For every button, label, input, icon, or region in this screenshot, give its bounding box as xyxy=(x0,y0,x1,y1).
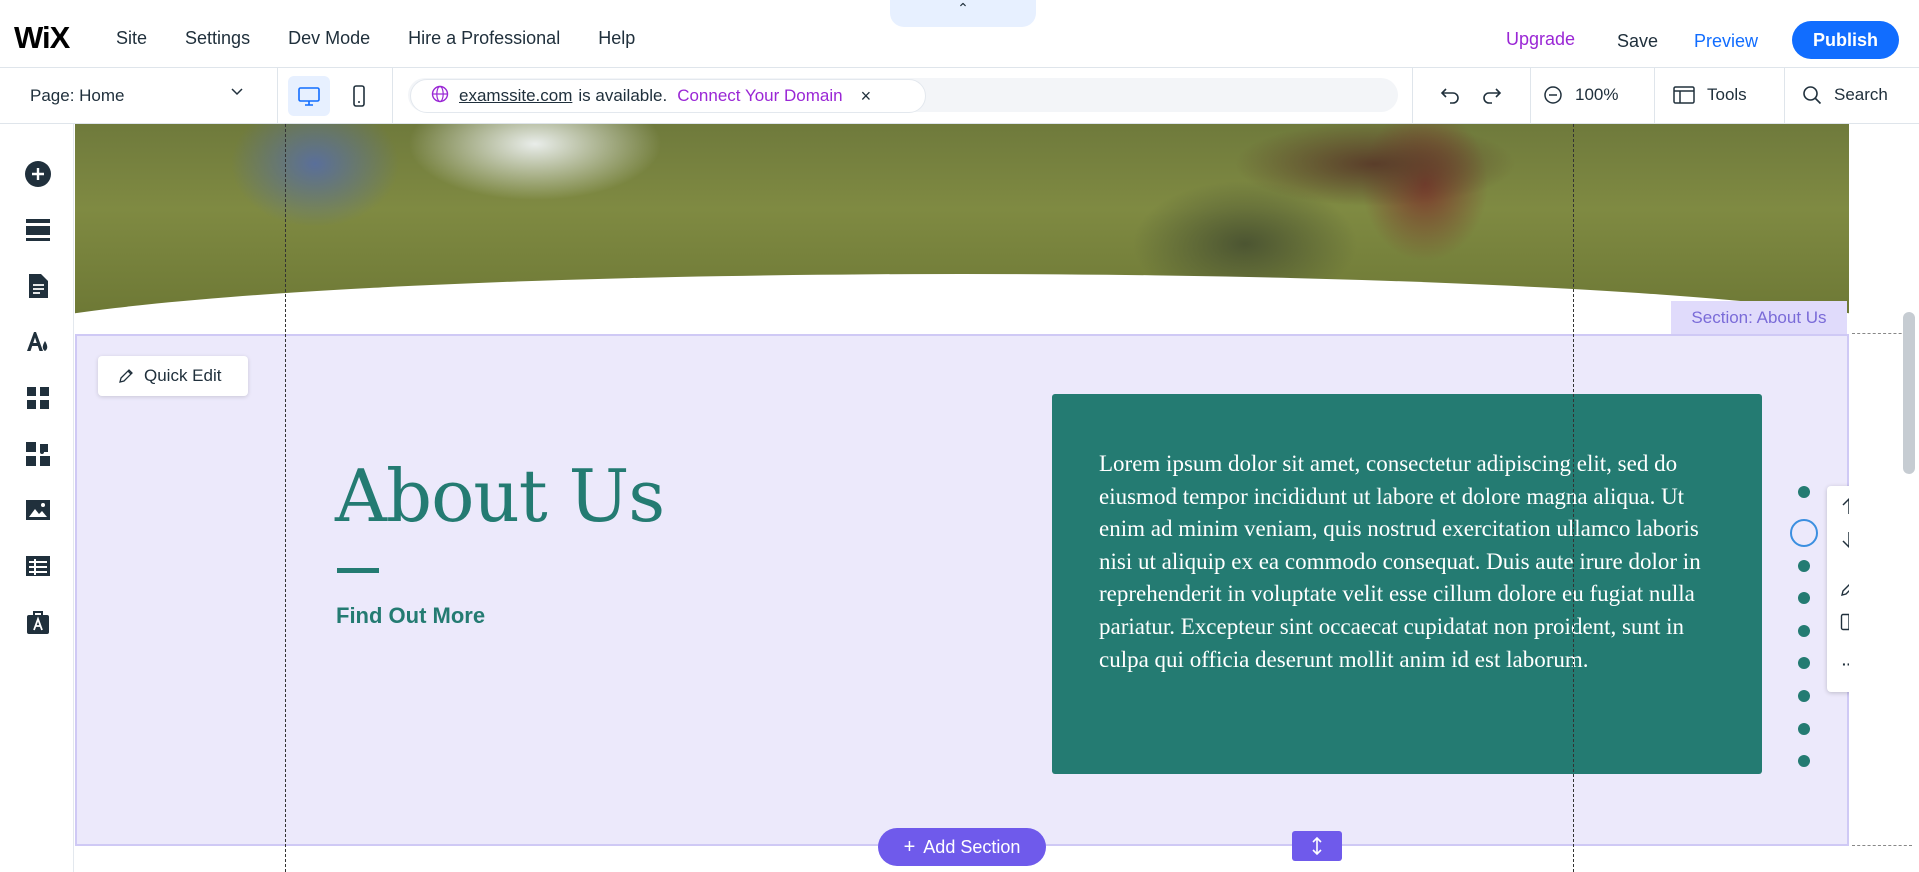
quick-edit-label: Quick Edit xyxy=(144,366,222,385)
upgrade-link[interactable]: Upgrade xyxy=(1506,29,1575,50)
preview-button[interactable]: Preview xyxy=(1694,31,1758,52)
globe-icon xyxy=(431,85,449,108)
anchor-dot[interactable] xyxy=(1798,657,1810,670)
stretch-section-button[interactable] xyxy=(1292,831,1342,861)
zoom-out-icon xyxy=(1544,86,1562,104)
edit-pencil-icon[interactable] xyxy=(1837,576,1849,600)
anchor-dot-current[interactable] xyxy=(1790,518,1818,547)
editor-toolbar: Page: Home examssite.com is available. C… xyxy=(0,68,1919,124)
add-section-button[interactable]: + Add Section xyxy=(878,828,1046,866)
nav-settings[interactable]: Settings xyxy=(185,28,250,49)
media-icon[interactable] xyxy=(24,496,52,524)
undo-icon[interactable] xyxy=(1438,82,1462,111)
close-icon[interactable]: × xyxy=(861,86,872,107)
more-actions-icon[interactable]: ··· xyxy=(1837,652,1849,676)
tools-button[interactable]: Tools xyxy=(1673,85,1747,105)
mobile-icon xyxy=(353,85,365,107)
top-nav: Site Settings Dev Mode Hire a Profession… xyxy=(116,28,635,49)
connect-domain-link[interactable]: Connect Your Domain xyxy=(677,86,842,106)
nav-site[interactable]: Site xyxy=(116,28,147,49)
section-anchor-dots xyxy=(1790,486,1818,788)
left-sidebar xyxy=(0,124,74,872)
tools-icon xyxy=(1673,86,1695,104)
pages-icon[interactable] xyxy=(24,272,52,300)
zoom-control[interactable]: 100% xyxy=(1543,85,1618,105)
move-down-icon[interactable] xyxy=(1837,528,1849,552)
add-section-label: Add Section xyxy=(923,836,1021,857)
divider xyxy=(1784,68,1785,124)
nav-hire-professional[interactable]: Hire a Professional xyxy=(408,28,560,49)
anchor-dot[interactable] xyxy=(1798,689,1810,702)
anchor-dot[interactable] xyxy=(1798,755,1810,768)
domain-notice: examssite.com is available. Connect Your… xyxy=(410,79,926,113)
left-gridline xyxy=(285,124,286,872)
domain-name[interactable]: examssite.com xyxy=(459,86,572,106)
apps-icon[interactable] xyxy=(24,384,52,412)
domain-available-text: is available. xyxy=(578,86,668,105)
canvas-scrollbar[interactable] xyxy=(1903,312,1915,474)
plus-icon: + xyxy=(903,836,916,858)
find-out-more-link[interactable]: Find Out More xyxy=(336,603,485,629)
right-gutter xyxy=(1849,124,1919,872)
editor-canvas[interactable]: Section: About Us Quick Edit About Us Fi… xyxy=(75,124,1849,872)
divider xyxy=(392,68,393,124)
top-bar: WiX Site Settings Dev Mode Hire a Profes… xyxy=(0,0,1919,68)
business-apps-icon[interactable] xyxy=(24,440,52,468)
pencil-icon xyxy=(119,369,133,383)
search-label: Search xyxy=(1834,85,1888,104)
anchor-dot[interactable] xyxy=(1798,592,1810,605)
divider xyxy=(1530,68,1531,124)
portfolio-icon[interactable] xyxy=(24,608,52,636)
desktop-icon xyxy=(298,87,320,106)
anchor-dot[interactable] xyxy=(1798,559,1810,572)
right-gridline xyxy=(1573,124,1574,872)
about-title[interactable]: About Us xyxy=(335,454,665,538)
divider xyxy=(1654,68,1655,124)
quick-edit-button[interactable]: Quick Edit xyxy=(98,356,248,396)
desktop-view-button[interactable] xyxy=(288,76,330,116)
wix-logo[interactable]: WiX xyxy=(14,20,70,56)
search-button[interactable]: Search xyxy=(1802,85,1888,105)
chevron-down-icon[interactable] xyxy=(230,84,244,101)
about-paragraph[interactable]: Lorem ipsum dolor sit amet, consectetur … xyxy=(1099,448,1719,676)
sections-icon[interactable] xyxy=(24,216,52,244)
design-icon[interactable] xyxy=(24,328,52,356)
undo-redo-group xyxy=(1438,82,1504,111)
layout-icon[interactable] xyxy=(1837,610,1849,634)
collapse-topbar-tab[interactable]: ⌃ xyxy=(890,0,1036,27)
redo-icon[interactable] xyxy=(1480,82,1504,111)
nav-dev-mode[interactable]: Dev Mode xyxy=(288,28,370,49)
nav-help[interactable]: Help xyxy=(598,28,635,49)
anchor-dot[interactable] xyxy=(1798,722,1810,735)
divider xyxy=(1412,68,1413,124)
divider xyxy=(277,68,278,124)
anchor-dot[interactable] xyxy=(1798,624,1810,637)
gutter-guide xyxy=(1852,845,1912,846)
mobile-view-button[interactable] xyxy=(338,76,380,116)
search-icon xyxy=(1803,86,1822,105)
zoom-level: 100% xyxy=(1575,85,1619,104)
save-button[interactable]: Save xyxy=(1617,31,1658,52)
section-floating-toolbar: ··· xyxy=(1827,486,1849,692)
cms-icon[interactable] xyxy=(24,552,52,580)
tools-label: Tools xyxy=(1707,85,1747,104)
title-divider-line xyxy=(337,568,379,573)
section-label[interactable]: Section: About Us xyxy=(1671,301,1847,334)
publish-button[interactable]: Publish xyxy=(1792,21,1899,59)
page-selector[interactable]: Page: Home xyxy=(30,86,125,106)
anchor-dot[interactable] xyxy=(1798,486,1810,498)
add-elements-icon[interactable] xyxy=(24,160,52,188)
resize-vertical-icon xyxy=(1312,836,1322,856)
move-up-icon[interactable] xyxy=(1837,494,1849,518)
